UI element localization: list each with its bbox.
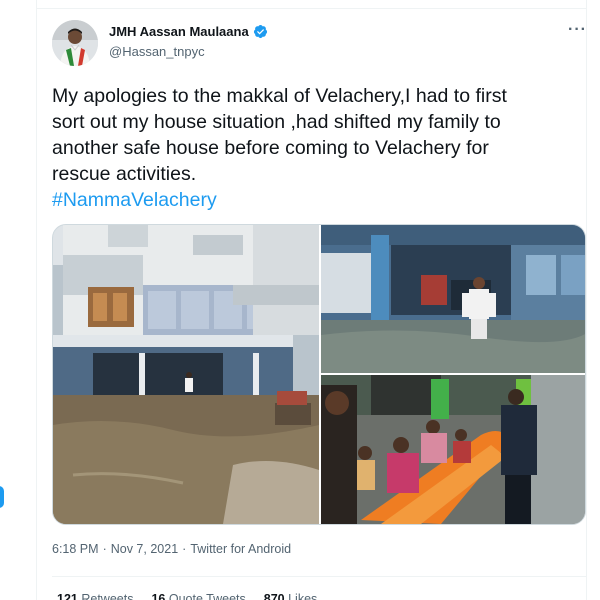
tweet-date[interactable]: Nov 7, 2021 <box>111 542 178 556</box>
meta-separator: · <box>102 542 107 556</box>
retweets-label: Retweets <box>81 592 134 600</box>
tweet-text-line: rescue activities. <box>52 163 197 185</box>
tweet-text: My apologies to the makkal of Velachery,… <box>52 83 580 187</box>
author-name-row[interactable]: JMH Aassan Maulaana <box>109 24 268 39</box>
author-handle[interactable]: @Hassan_tnpyc <box>109 44 205 59</box>
quotes-count: 16 <box>151 592 166 600</box>
more-options-icon[interactable]: ··· <box>568 22 587 38</box>
quotes-stat[interactable]: 16 Quote Tweets <box>151 592 245 600</box>
hashtag-link[interactable]: #NammaVelachery <box>52 187 217 213</box>
retweets-stat[interactable]: 121 Retweets <box>57 592 133 600</box>
tweet-source[interactable]: Twitter for Android <box>190 542 291 556</box>
tweet-text-line: another safe house before coming to Vela… <box>52 137 489 159</box>
quotes-label: Quote Tweets <box>168 592 246 600</box>
photo-flooded-building[interactable] <box>53 225 319 524</box>
compose-button-edge[interactable] <box>0 486 4 508</box>
stats-divider <box>52 576 586 577</box>
media-grid <box>52 224 586 525</box>
likes-count: 870 <box>263 592 285 600</box>
top-divider <box>37 0 586 9</box>
photo-man-wading[interactable] <box>321 225 585 373</box>
tweet-text-line: sort out my house situation ,had shifted… <box>52 111 501 133</box>
right-sidebar-edge <box>586 0 600 600</box>
retweets-count: 121 <box>57 592 78 600</box>
display-name[interactable]: JMH Aassan Maulaana <box>109 24 249 39</box>
likes-label: Likes <box>288 592 318 600</box>
tweet-time[interactable]: 6:18 PM <box>52 542 99 556</box>
verified-badge-icon <box>253 24 268 39</box>
tweet-text-line: My apologies to the makkal of Velachery,… <box>52 85 507 107</box>
engagement-stats: 121 Retweets 16 Quote Tweets 870 Likes <box>57 592 317 600</box>
tweet-meta: 6:18 PM · Nov 7, 2021 · Twitter for Andr… <box>52 542 291 556</box>
likes-stat[interactable]: 870 Likes <box>264 592 318 600</box>
avatar[interactable] <box>52 20 98 66</box>
meta-separator: · <box>182 542 187 556</box>
photo-rescue-boat[interactable] <box>321 375 585 524</box>
left-timeline-rail <box>0 0 37 600</box>
